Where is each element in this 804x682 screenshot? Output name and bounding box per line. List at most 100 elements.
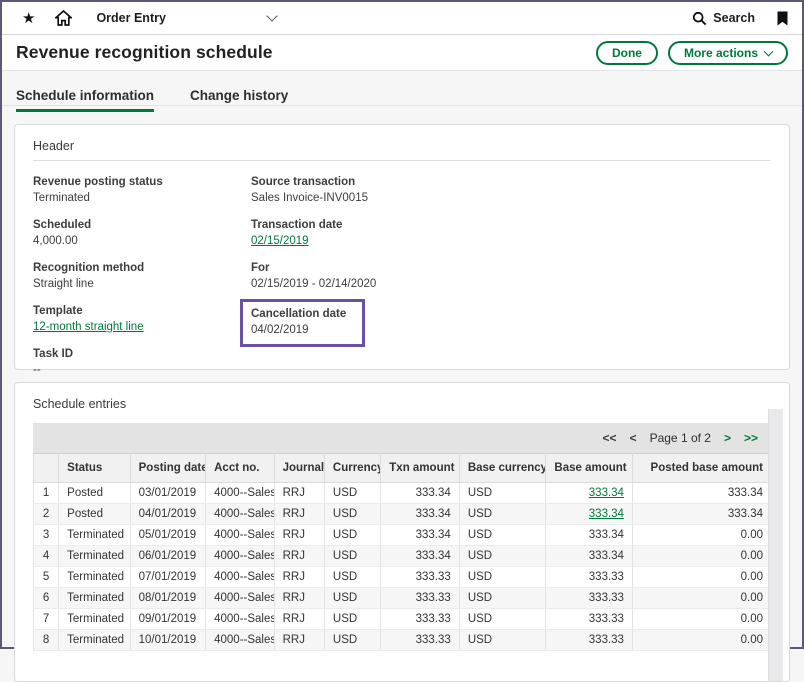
field-value: 12-month straight line xyxy=(33,321,251,333)
page-title: Revenue recognition schedule xyxy=(16,42,273,63)
field: Transaction date 02/15/2019 xyxy=(251,219,771,247)
cell-num: 7 xyxy=(34,609,59,630)
column-header-journal: Journal xyxy=(274,454,324,483)
cell-posting_date: 07/01/2019 xyxy=(130,567,206,588)
field-label: For xyxy=(251,262,771,274)
field-label: Task ID xyxy=(33,348,251,360)
cell-status: Terminated xyxy=(59,588,130,609)
cell-posting_date: 03/01/2019 xyxy=(130,483,206,504)
field-label: Scheduled xyxy=(33,219,251,231)
column-header-base_amount: Base amount xyxy=(546,454,633,483)
base-amount-link[interactable]: 333.34 xyxy=(589,508,624,520)
module-dropdown[interactable]: Order Entry xyxy=(96,11,276,25)
cell-posted_base_amount: 0.00 xyxy=(632,588,771,609)
cell-posting_date: 04/01/2019 xyxy=(130,504,206,525)
cell-posted_base_amount: 0.00 xyxy=(632,525,771,546)
schedule-entries-table: StatusPosting dateAcct no.JournalCurrenc… xyxy=(33,453,772,651)
field-label: Source transaction xyxy=(251,176,771,188)
field-label: Transaction date xyxy=(251,219,771,231)
pagination-next-button[interactable]: > xyxy=(724,431,731,445)
cell-status: Posted xyxy=(59,483,130,504)
cell-currency: USD xyxy=(324,567,380,588)
search-label: Search xyxy=(713,11,755,25)
cell-base_currency: USD xyxy=(459,567,546,588)
cell-status: Terminated xyxy=(59,546,130,567)
page-content: Header Revenue posting statusTerminatedS… xyxy=(2,112,802,682)
cell-currency: USD xyxy=(324,609,380,630)
table-row: 6Terminated08/01/20194000--SalesRRJUSD33… xyxy=(34,588,772,609)
cell-status: Terminated xyxy=(59,525,130,546)
column-header-status: Status xyxy=(59,454,130,483)
pagination-prev-button[interactable]: < xyxy=(630,431,637,445)
column-header-base_currency: Base currency xyxy=(459,454,546,483)
table-row: 8Terminated10/01/20194000--SalesRRJUSD33… xyxy=(34,630,772,651)
table-scrollbar[interactable] xyxy=(768,409,783,681)
cell-txn_amount: 333.34 xyxy=(381,546,460,567)
field-value: Sales Invoice-INV0015 xyxy=(251,192,771,204)
cell-acct_no: 4000--Sales xyxy=(206,630,274,651)
field-highlighted-annotation: Cancellation date04/02/2019 xyxy=(240,299,365,347)
schedule-entries-title: Schedule entries xyxy=(33,397,771,411)
header-fields-left-column: Revenue posting statusTerminated Schedule… xyxy=(33,176,251,391)
module-dropdown-label: Order Entry xyxy=(96,11,165,25)
cell-journal: RRJ xyxy=(274,525,324,546)
cell-txn_amount: 333.34 xyxy=(381,504,460,525)
field-label: Recognition method xyxy=(33,262,251,274)
cell-posted_base_amount: 0.00 xyxy=(632,609,771,630)
cell-status: Posted xyxy=(59,504,130,525)
cell-base_currency: USD xyxy=(459,609,546,630)
field-value-link[interactable]: 12-month straight line xyxy=(33,321,144,333)
cell-base_amount: 333.33 xyxy=(546,630,633,651)
cell-base_amount: 333.34 xyxy=(546,504,633,525)
tab-schedule-information[interactable]: Schedule information xyxy=(16,88,154,112)
home-icon[interactable] xyxy=(55,10,72,26)
cell-base_amount: 333.34 xyxy=(546,483,633,504)
field: Source transaction Sales Invoice-INV0015 xyxy=(251,176,771,204)
cell-acct_no: 4000--Sales xyxy=(206,609,274,630)
cell-base_amount: 333.33 xyxy=(546,609,633,630)
more-actions-button[interactable]: More actions xyxy=(668,41,788,65)
cell-num: 8 xyxy=(34,630,59,651)
cell-txn_amount: 333.33 xyxy=(381,567,460,588)
cell-base_currency: USD xyxy=(459,525,546,546)
favorites-star-icon[interactable]: ★ xyxy=(16,9,35,27)
field-value-link[interactable]: 02/15/2019 xyxy=(251,235,309,247)
field: Revenue posting statusTerminated xyxy=(33,176,251,204)
bookmark-icon[interactable] xyxy=(777,11,788,26)
column-header-posted_base_amount: Posted base amount xyxy=(632,454,771,483)
tab-change-history[interactable]: Change history xyxy=(190,88,288,112)
cell-base_amount: 333.33 xyxy=(546,588,633,609)
cell-num: 1 xyxy=(34,483,59,504)
pagination-first-button[interactable]: << xyxy=(603,431,617,445)
table-row: 5Terminated07/01/20194000--SalesRRJUSD33… xyxy=(34,567,772,588)
tab-bar: Schedule information Change history xyxy=(2,71,802,112)
pagination-last-button[interactable]: >> xyxy=(744,431,758,445)
cell-acct_no: 4000--Sales xyxy=(206,546,274,567)
cell-posting_date: 10/01/2019 xyxy=(130,630,206,651)
cell-base_amount: 333.33 xyxy=(546,567,633,588)
column-header-posting_date: Posting date xyxy=(130,454,206,483)
search-icon xyxy=(692,11,707,26)
done-button[interactable]: Done xyxy=(596,41,658,65)
cell-base_currency: USD xyxy=(459,504,546,525)
column-header-currency: Currency xyxy=(324,454,380,483)
search-button[interactable]: Search xyxy=(692,11,755,26)
cell-txn_amount: 333.33 xyxy=(381,588,460,609)
cell-journal: RRJ xyxy=(274,504,324,525)
base-amount-link[interactable]: 333.34 xyxy=(589,487,624,499)
cell-acct_no: 4000--Sales xyxy=(206,525,274,546)
cell-base_currency: USD xyxy=(459,546,546,567)
cell-num: 6 xyxy=(34,588,59,609)
cell-journal: RRJ xyxy=(274,588,324,609)
cell-journal: RRJ xyxy=(274,609,324,630)
cell-currency: USD xyxy=(324,525,380,546)
cell-posted_base_amount: 333.34 xyxy=(632,504,771,525)
field: Task ID-- xyxy=(33,348,251,376)
cell-posting_date: 05/01/2019 xyxy=(130,525,206,546)
field-value: 04/02/2019 xyxy=(251,324,346,336)
cell-acct_no: 4000--Sales xyxy=(206,567,274,588)
cell-acct_no: 4000--Sales xyxy=(206,504,274,525)
cell-journal: RRJ xyxy=(274,630,324,651)
field-value: 02/15/2019 - 02/14/2020 xyxy=(251,278,771,290)
field-value: 4,000.00 xyxy=(33,235,251,247)
